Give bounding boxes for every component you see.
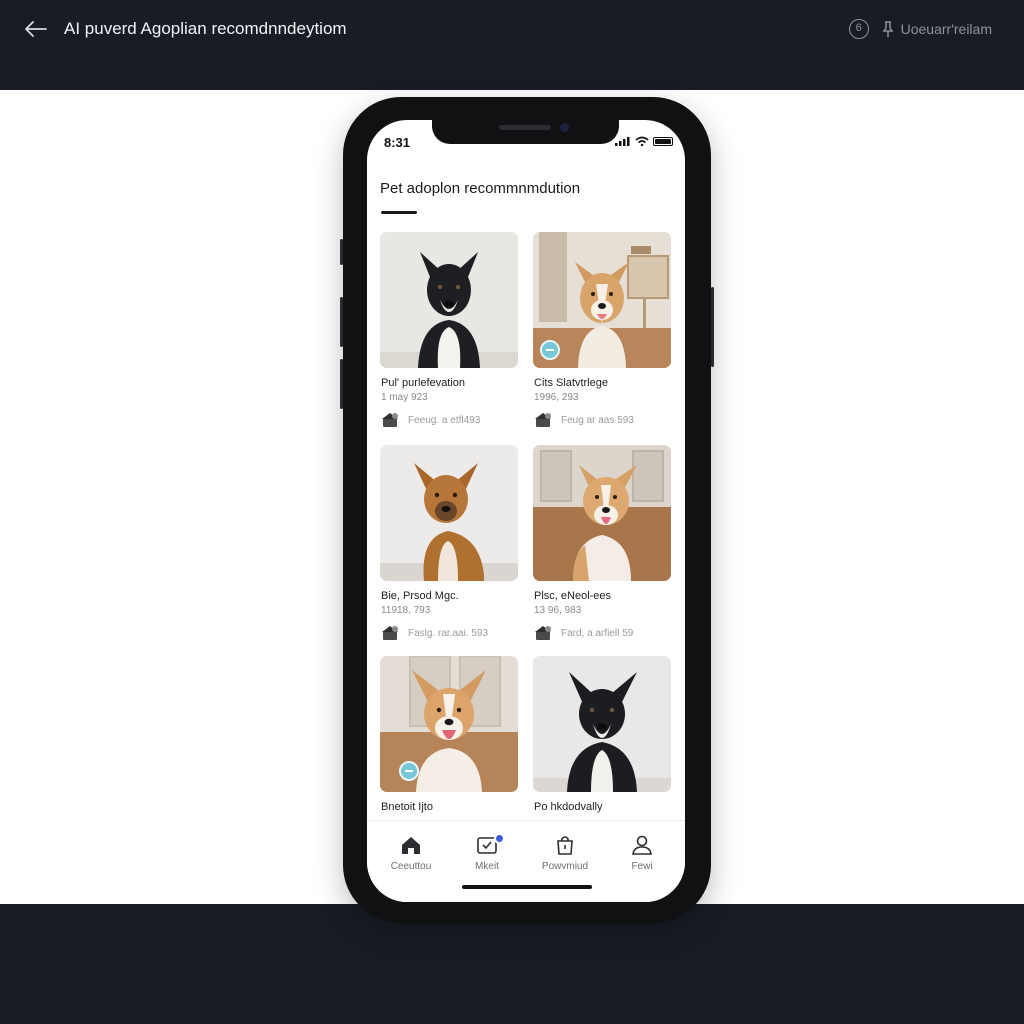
power-button [711, 287, 714, 367]
volume-up-button [340, 297, 343, 347]
pin-icon[interactable] [881, 20, 895, 38]
shelter-icon [535, 413, 551, 427]
person-icon [632, 835, 652, 855]
app-title: AI puverd Agoplian recomdnndeytiom [64, 19, 347, 38]
shelter-icon [382, 413, 398, 427]
pet-card[interactable]: Bnetoit Ijto [380, 656, 520, 813]
notch [432, 120, 619, 144]
pet-card[interactable]: Bie, Prsod Mgc. 11918, 793 Faslg. rar.aa… [380, 445, 520, 640]
wifi-icon [635, 136, 649, 146]
speaker [499, 125, 551, 130]
shelter-text: Faslg. rar.aai. 593 [408, 627, 489, 639]
pet-shelter: Feug ar aas 593 [535, 412, 634, 428]
tab-label: Fewi [631, 861, 653, 872]
mute-switch [340, 239, 343, 265]
pet-card[interactable]: Plsc, eNeol-ees 13 96, 983 Fard, a arfie… [533, 445, 673, 640]
pet-meta: 11918, 793 [381, 605, 431, 616]
signal-icon [615, 137, 630, 146]
pet-photo[interactable] [533, 656, 671, 792]
status-time: 8:31 [384, 135, 411, 150]
shelter-text: Feug ar aas 593 [561, 414, 634, 426]
favorite-badge[interactable] [399, 761, 419, 781]
shelter-icon [382, 626, 398, 640]
phone-screen: 8:31 Pet adoplon recommnmdution Pul' pur… [367, 120, 685, 902]
pet-meta: 1 may 923 [381, 392, 428, 403]
pet-photo[interactable] [380, 232, 518, 368]
bag-icon [557, 836, 573, 855]
pet-shelter: Feeug. a etfl493 [382, 412, 480, 428]
pet-photo[interactable] [533, 445, 671, 581]
pet-card[interactable]: Pul' purlefevation 1 may 923 Feeug. a et… [380, 232, 520, 427]
user-label[interactable]: Uoeuarr'reilam [901, 21, 992, 37]
pet-name: Pul' purlefevation [381, 377, 466, 389]
favorite-badge[interactable] [540, 340, 560, 360]
tab-label: Mkeit [475, 861, 499, 872]
notification-dot [494, 833, 505, 844]
pet-meta: 13 96, 983 [534, 605, 582, 616]
pet-name: Bnetoit Ijto [381, 801, 433, 813]
camera [560, 123, 569, 132]
screen-title: Pet adoplon recommnmdution [380, 180, 581, 197]
status-icons [615, 136, 673, 146]
info-icon[interactable]: 6 [848, 19, 869, 39]
pet-shelter: Faslg. rar.aai. 593 [382, 625, 488, 641]
tab-home[interactable]: Ceeuttou [376, 835, 446, 872]
pet-meta: 1996, 293 [534, 392, 579, 403]
pet-name: Bie, Prsod Mgc. [381, 590, 459, 602]
title-underline [381, 211, 417, 214]
pet-card[interactable]: Po hkdodvally [533, 656, 673, 813]
home-icon [402, 837, 420, 854]
top-bar: AI puverd Agoplian recomdnndeytiom 6 Uoe… [0, 0, 1024, 90]
tab-match[interactable]: Mkeit [452, 833, 522, 872]
tab-label: Powvmiud [541, 861, 589, 872]
bottom-tab-bar: Ceeuttou Mkeit Powvmiud Fewi [367, 820, 685, 902]
top-right-tools: 6 Uoeuarr'reilam [848, 18, 992, 40]
tab-label: Ceeuttou [390, 861, 432, 872]
pet-name: Po hkdodvally [534, 801, 603, 813]
pet-shelter: Fard, a arfiell 59 [535, 625, 633, 641]
shelter-text: Feeug. a etfl493 [408, 414, 481, 426]
tab-shop[interactable]: Powvmiud [530, 835, 600, 872]
arrow-left-icon[interactable] [22, 18, 48, 40]
volume-down-button [340, 359, 343, 409]
home-indicator[interactable] [462, 885, 592, 889]
tab-profile[interactable]: Fewi [607, 835, 677, 872]
battery-icon [653, 136, 673, 146]
pet-photo[interactable] [380, 445, 518, 581]
pet-name: Plsc, eNeol-ees [534, 590, 612, 602]
shelter-icon [535, 626, 551, 640]
pet-card[interactable]: Cits Slatvtrlege 1996, 293 Feug ar aas 5… [533, 232, 673, 427]
shelter-text: Fard, a arfiell 59 [561, 627, 634, 639]
pet-name: Cits Slatvtrlege [534, 377, 608, 389]
